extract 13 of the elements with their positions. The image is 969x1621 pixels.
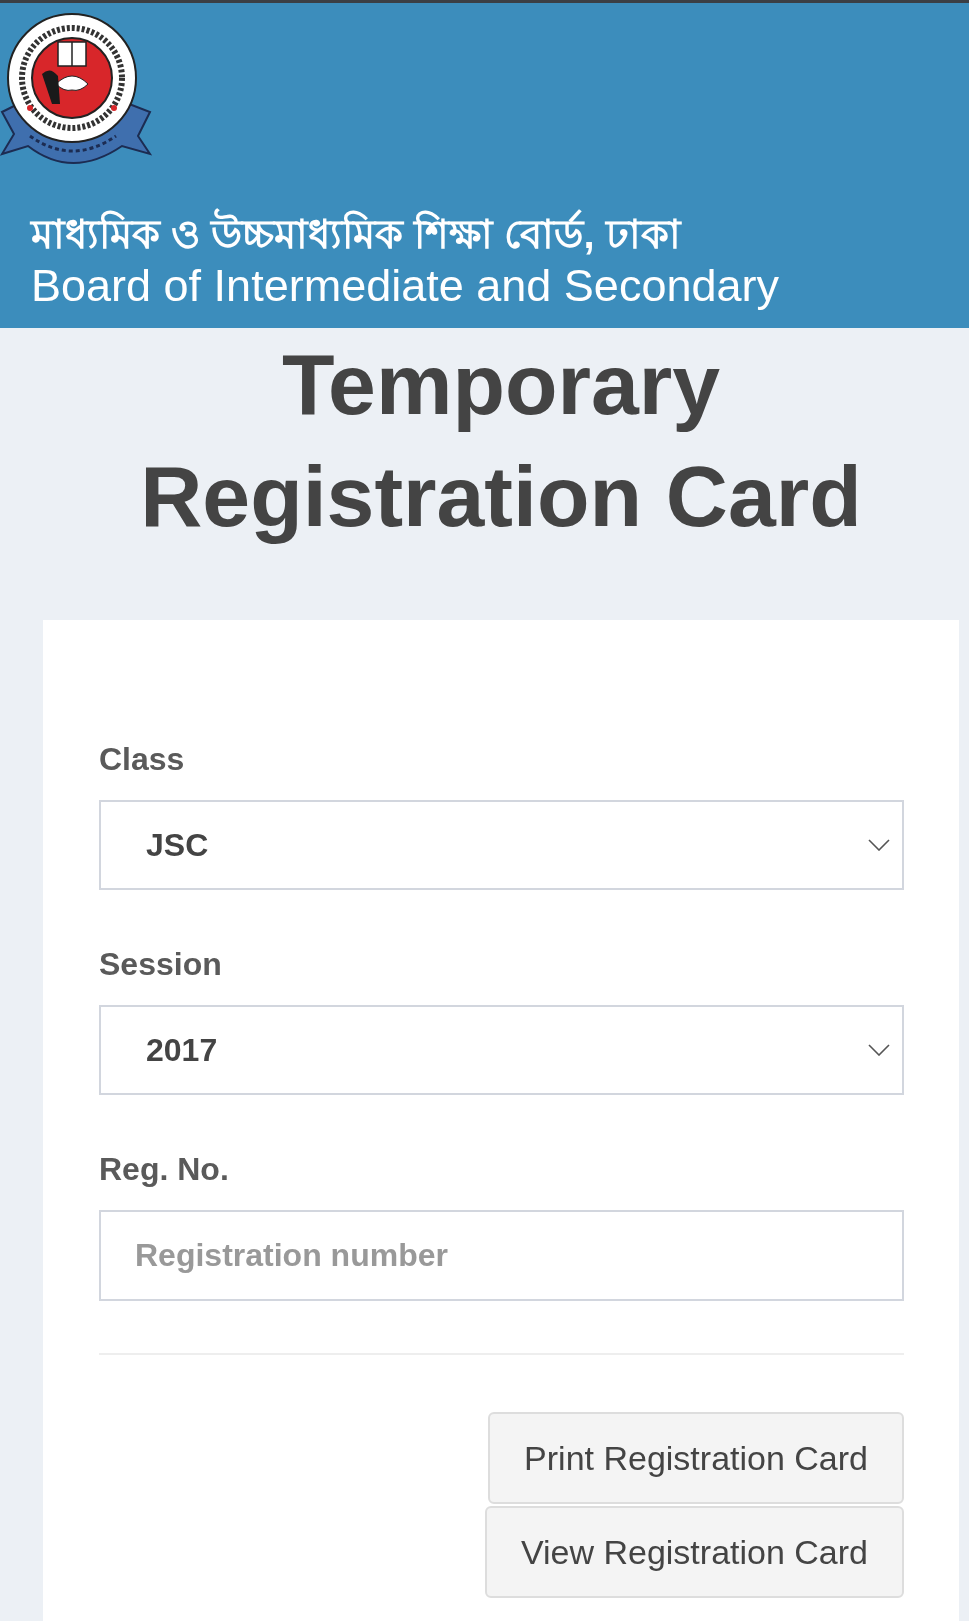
page-title: Temporary Registration Card	[139, 335, 863, 546]
action-button[interactable]: View Registration Card	[484, 1506, 904, 1598]
text-input-field[interactable]: Registration number	[99, 1210, 904, 1301]
chevron-down-icon	[868, 839, 890, 851]
board-name-english: Board of Intermediate and Secondary	[31, 260, 779, 312]
chevron-down-icon	[868, 1044, 890, 1056]
field-label: Reg. No.	[99, 1150, 229, 1189]
field-label: Session	[99, 945, 222, 984]
action-button[interactable]: Print Registration Card	[488, 1412, 904, 1504]
field-label: Class	[99, 740, 185, 779]
dropdown-select[interactable]: JSC	[99, 800, 904, 890]
dropdown-select[interactable]: 2017	[99, 1005, 904, 1095]
board-name-bengali: মাধ্যমিক ও উচ্চমাধ্যমিক শিক্ষা বোর্ড, ঢাকা	[31, 208, 681, 260]
